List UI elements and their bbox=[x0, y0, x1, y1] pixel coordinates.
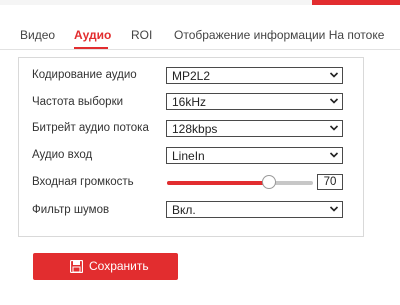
tab-roi[interactable]: ROI bbox=[131, 28, 152, 42]
save-button[interactable]: Сохранить bbox=[33, 253, 178, 280]
audio-input-label: Аудио вход bbox=[32, 149, 93, 161]
volume-slider-track[interactable] bbox=[167, 175, 313, 189]
volume-value-field[interactable]: 70 bbox=[317, 174, 343, 190]
sample-rate-value: 16kHz bbox=[172, 95, 207, 109]
audio-input-value: LineIn bbox=[172, 149, 205, 163]
chevron-down-icon bbox=[329, 206, 339, 212]
noise-filter-select[interactable]: Вкл. bbox=[166, 201, 343, 218]
encoding-select[interactable]: MP2L2 bbox=[166, 67, 343, 84]
bitrate-value: 128kbps bbox=[172, 122, 218, 136]
noise-filter-value: Вкл. bbox=[172, 203, 196, 217]
sample-rate-label: Частота выборки bbox=[32, 96, 124, 108]
save-button-label: Сохранить bbox=[89, 259, 149, 273]
bitrate-select[interactable]: 128kbps bbox=[166, 120, 343, 137]
audio-input-select[interactable]: LineIn bbox=[166, 147, 343, 164]
encoding-label: Кодирование аудио bbox=[32, 69, 137, 81]
bitrate-label: Битрейт аудио потока bbox=[32, 122, 149, 134]
chevron-down-icon bbox=[329, 72, 339, 78]
noise-filter-label: Фильтр шумов bbox=[32, 204, 110, 216]
chevron-down-icon bbox=[329, 125, 339, 131]
tab-audio[interactable]: Аудио bbox=[74, 28, 111, 42]
save-icon bbox=[70, 260, 83, 273]
chevron-down-icon bbox=[329, 98, 339, 104]
tab-bar: Видео Аудио ROI Отображение информации Н… bbox=[0, 5, 400, 50]
encoding-value: MP2L2 bbox=[172, 69, 211, 83]
audio-settings-panel: Кодирование аудио MP2L2 Частота выборки … bbox=[18, 57, 364, 237]
sample-rate-select[interactable]: 16kHz bbox=[166, 93, 343, 110]
chevron-down-icon bbox=[329, 152, 339, 158]
tab-video[interactable]: Видео bbox=[20, 28, 55, 42]
active-tab-indicator bbox=[74, 47, 108, 49]
volume-slider-fill bbox=[167, 181, 270, 185]
volume-slider-thumb[interactable] bbox=[262, 175, 277, 189]
tab-stream-info-display[interactable]: Отображение информации На потоке bbox=[174, 28, 384, 42]
input-volume-label: Входная громкость bbox=[32, 176, 134, 188]
